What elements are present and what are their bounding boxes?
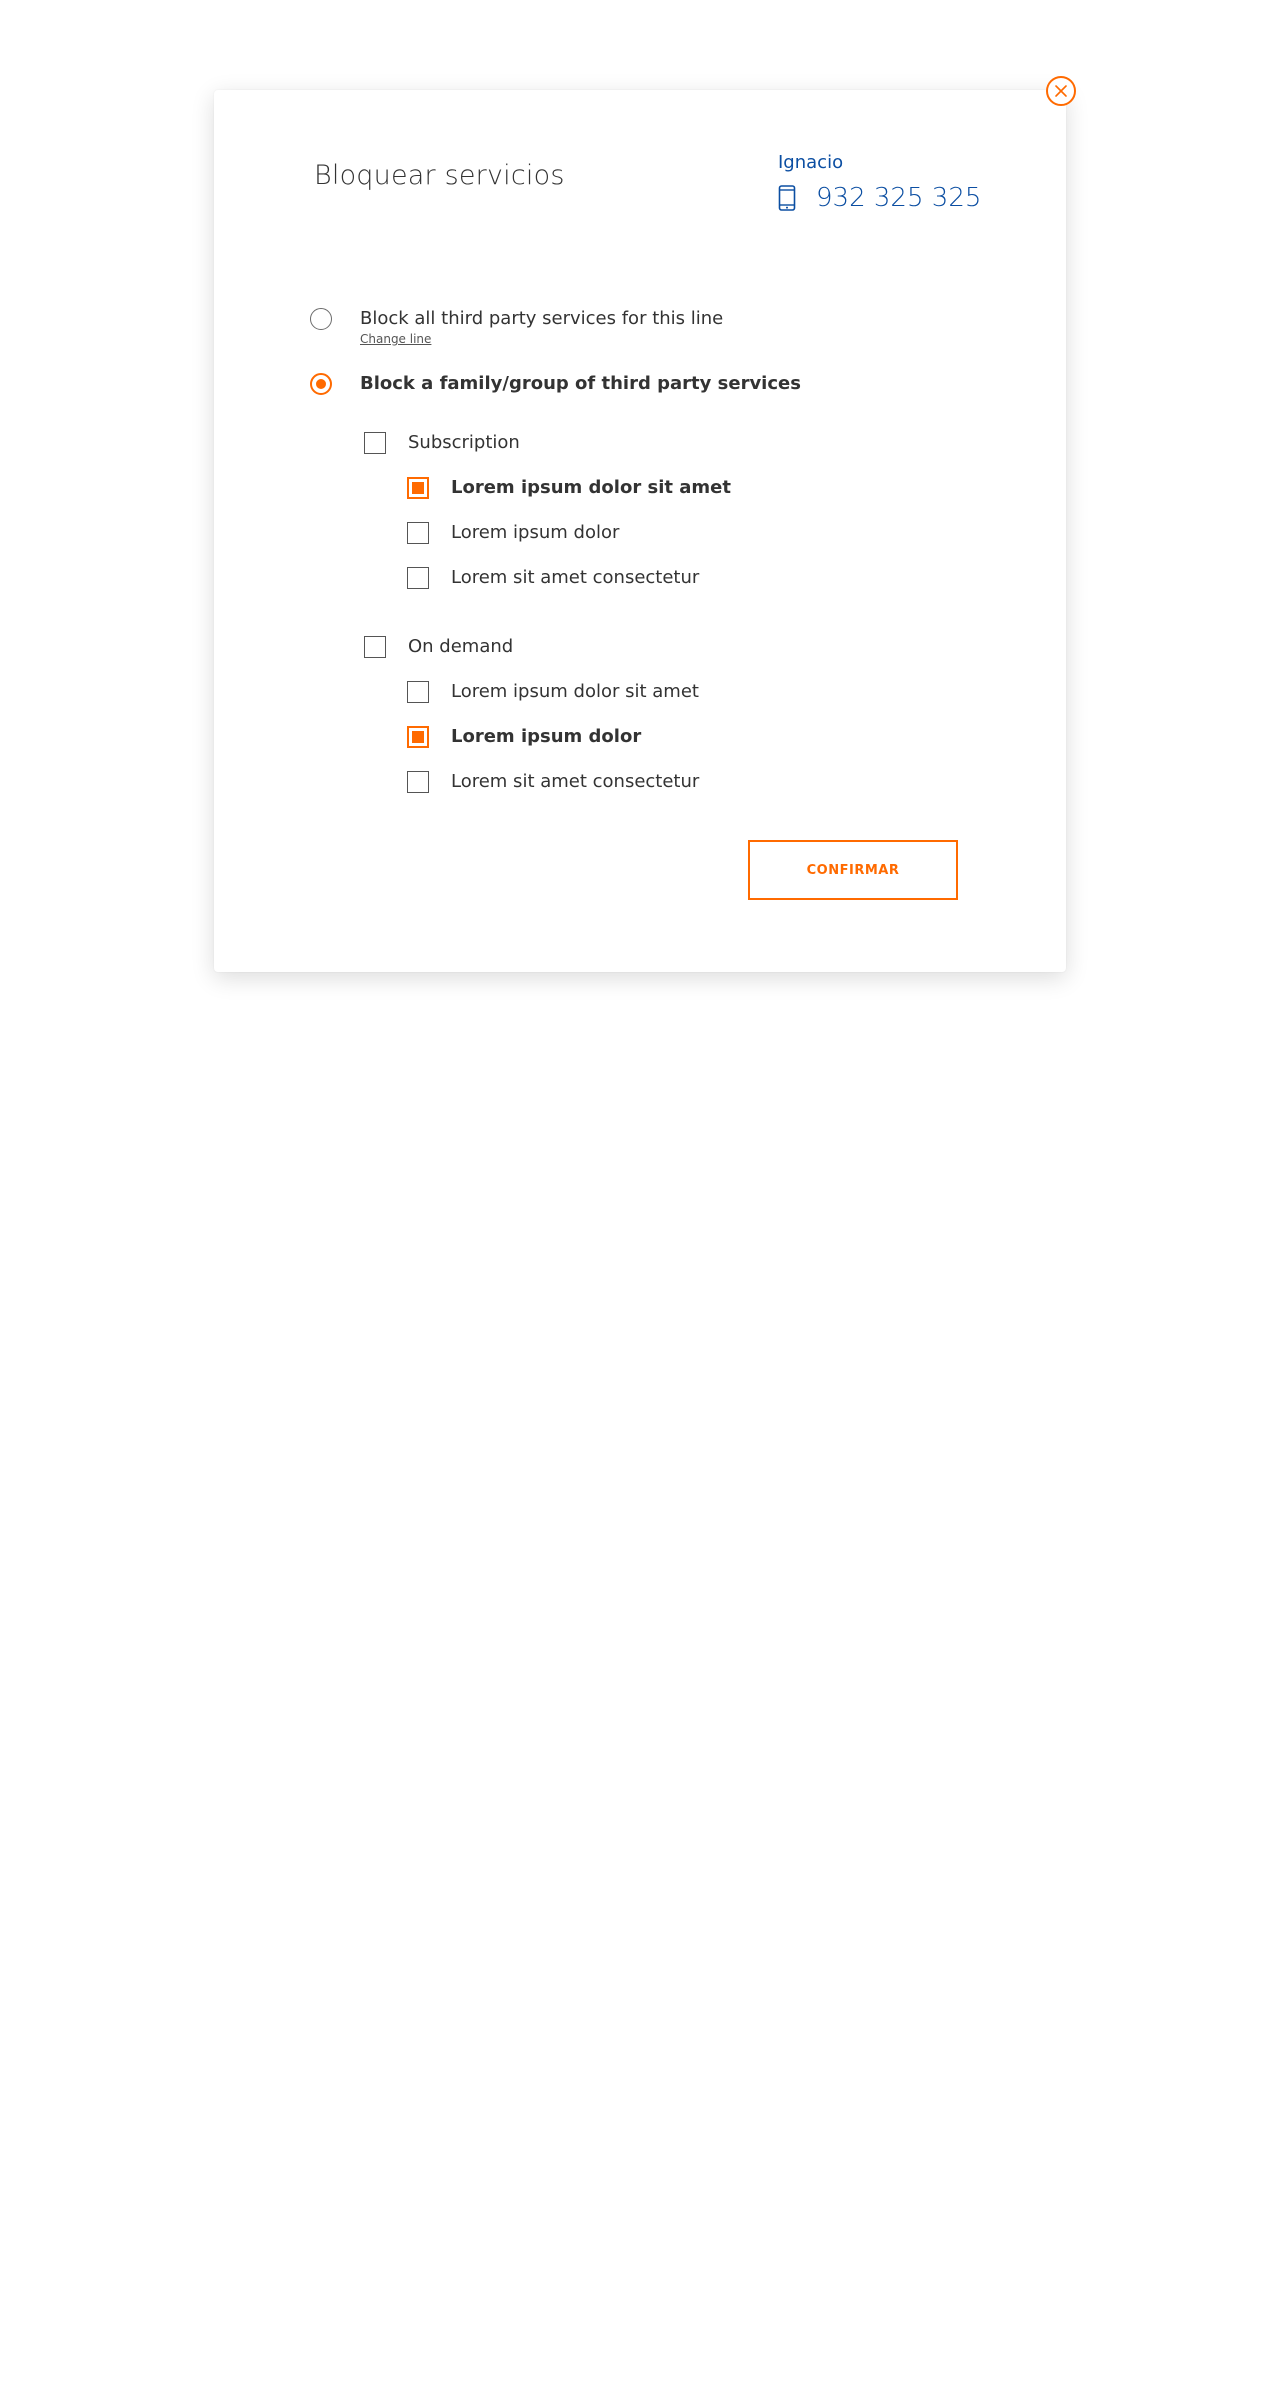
radio-button-block-family[interactable] bbox=[310, 373, 332, 395]
confirm-button[interactable]: CONFIRMAR bbox=[748, 840, 958, 900]
radio-text-block-all: Block all third party services for this … bbox=[360, 308, 723, 346]
checkbox-label: Lorem sit amet consectetur bbox=[451, 567, 700, 588]
checkbox-on-demand-item-3[interactable] bbox=[407, 771, 429, 793]
checkbox-item-subscription-2[interactable]: Lorem ipsum dolor bbox=[407, 522, 619, 544]
radio-option-block-all[interactable]: Block all third party services for this … bbox=[310, 308, 723, 346]
radio-option-block-family[interactable]: Block a family/group of third party serv… bbox=[310, 373, 801, 395]
checkbox-label: Lorem ipsum dolor sit amet bbox=[451, 477, 731, 498]
checkbox-item-subscription-3[interactable]: Lorem sit amet consectetur bbox=[407, 567, 699, 589]
checkbox-label-on-demand: On demand bbox=[408, 636, 514, 657]
close-icon bbox=[1055, 85, 1067, 97]
checkbox-item-subscription-1[interactable]: Lorem ipsum dolor sit amet bbox=[407, 477, 731, 499]
checkbox-label: Lorem sit amet consectetur bbox=[451, 771, 700, 792]
block-services-modal: Bloquear servicios Ignacio 932 325 325 B… bbox=[214, 90, 1066, 972]
checkbox-on-demand[interactable] bbox=[364, 636, 386, 658]
radio-button-block-all[interactable] bbox=[310, 308, 332, 330]
phone-number: 932 325 325 bbox=[816, 183, 982, 213]
radio-label-block-all: Block all third party services for this … bbox=[360, 308, 724, 329]
checkbox-group-subscription[interactable]: Subscription bbox=[364, 432, 520, 454]
checkbox-subscription-item-2[interactable] bbox=[407, 522, 429, 544]
checkbox-on-demand-item-1[interactable] bbox=[407, 681, 429, 703]
checkbox-on-demand-item-2[interactable] bbox=[407, 726, 429, 748]
checkbox-label: Lorem ipsum dolor sit amet bbox=[451, 681, 699, 702]
checkbox-subscription[interactable] bbox=[364, 432, 386, 454]
mobile-phone-icon bbox=[778, 185, 796, 211]
checkbox-label: Lorem ipsum dolor bbox=[451, 726, 642, 747]
modal-title: Bloquear servicios bbox=[314, 160, 565, 191]
checkbox-item-on-demand-3[interactable]: Lorem sit amet consectetur bbox=[407, 771, 699, 793]
checkbox-subscription-item-1[interactable] bbox=[407, 477, 429, 499]
phone-row: 932 325 325 bbox=[778, 183, 981, 213]
checkbox-label: Lorem ipsum dolor bbox=[451, 522, 620, 543]
radio-label-block-family: Block a family/group of third party serv… bbox=[360, 373, 801, 394]
close-button[interactable] bbox=[1046, 76, 1076, 106]
page: Bloquear servicios Ignacio 932 325 325 B… bbox=[0, 0, 1280, 2400]
checkbox-subscription-item-3[interactable] bbox=[407, 567, 429, 589]
change-line-link[interactable]: Change line bbox=[360, 332, 723, 346]
checkbox-label-subscription: Subscription bbox=[408, 432, 520, 453]
user-name: Ignacio bbox=[778, 152, 844, 173]
user-line-info: Ignacio 932 325 325 bbox=[778, 152, 981, 213]
radio-text-block-family: Block a family/group of third party serv… bbox=[360, 373, 801, 395]
checkbox-item-on-demand-1[interactable]: Lorem ipsum dolor sit amet bbox=[407, 681, 699, 703]
checkbox-group-on-demand[interactable]: On demand bbox=[364, 636, 513, 658]
checkbox-item-on-demand-2[interactable]: Lorem ipsum dolor bbox=[407, 726, 641, 748]
